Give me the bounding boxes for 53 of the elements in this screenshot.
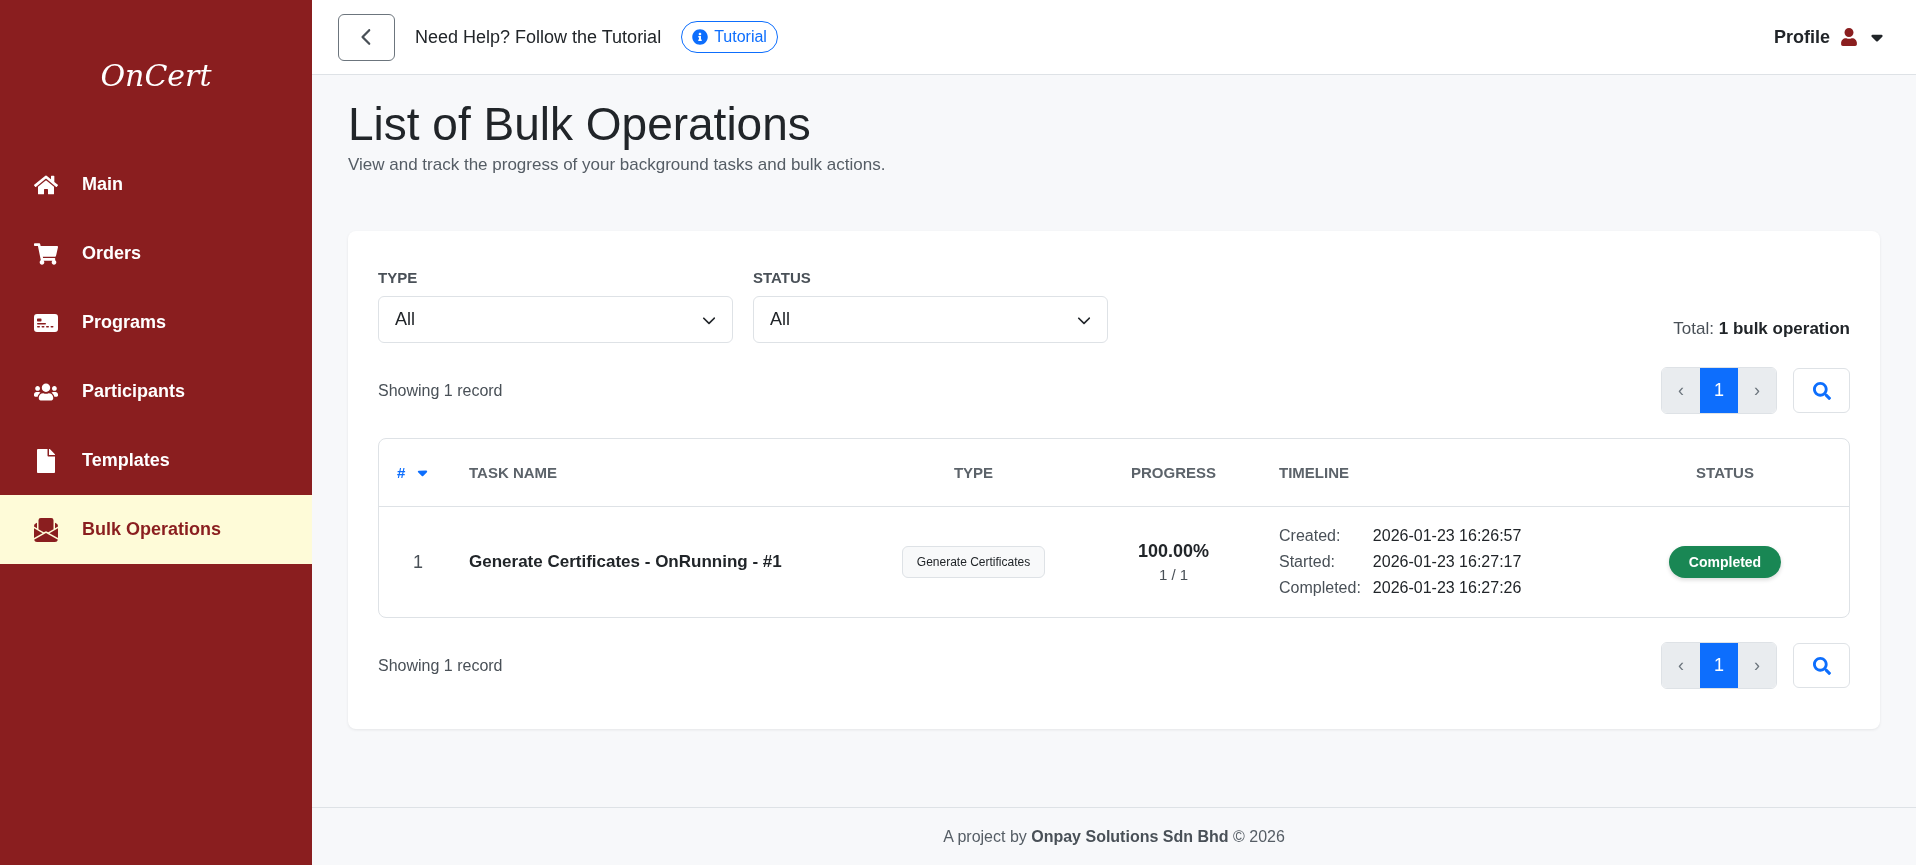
sidebar-item[interactable]: Main <box>0 150 312 219</box>
status-badge: Completed <box>1668 546 1782 578</box>
cart-icon <box>32 241 60 266</box>
sidebar-item[interactable]: Orders <box>0 219 312 288</box>
timeline-label: Completed: <box>1279 579 1361 597</box>
sidebar-item[interactable]: Templates <box>0 426 312 495</box>
search-button[interactable] <box>1793 368 1850 413</box>
filter-label: STATUS <box>753 269 812 286</box>
row-number: 1 <box>412 551 423 573</box>
sidebar-item[interactable]: Bulk Operations <box>0 495 312 564</box>
column-header[interactable]: STATUS <box>1601 439 1849 507</box>
page-button[interactable]: 1 <box>1700 368 1738 413</box>
envelope-icon <box>32 517 60 542</box>
column-header[interactable]: TYPE <box>861 439 1086 507</box>
sidebar-item[interactable]: Participants <box>0 357 312 426</box>
info-icon <box>692 29 709 45</box>
search-icon <box>1812 656 1831 675</box>
filter-select[interactable]: All <box>753 296 1108 343</box>
profile-menu[interactable]: Profile <box>1774 26 1886 48</box>
total-count: Total: 1 bulk operation <box>1673 319 1850 340</box>
progress-count: 1 / 1 <box>1158 566 1189 583</box>
help-text: Need Help? Follow the Tutorial <box>415 26 662 48</box>
timeline-value: 2026-01-23 16:26:57 <box>1372 527 1522 545</box>
timeline-label: Created: <box>1279 527 1342 545</box>
search-icon <box>1812 381 1831 400</box>
person-icon <box>1840 28 1858 46</box>
column-header[interactable]: TIMELINE <box>1261 439 1601 507</box>
next-page-button[interactable]: › <box>1738 643 1776 688</box>
sidebar-item[interactable]: Programs <box>0 288 312 357</box>
search-button[interactable] <box>1793 643 1850 688</box>
timeline-value: 2026-01-23 16:27:17 <box>1372 553 1522 571</box>
filter-label: TYPE <box>378 269 419 286</box>
footer-text: A project by Onpay Solutions Sdn Bhd © 2026 <box>943 827 1285 846</box>
column-header[interactable]: PROGRESS <box>1086 439 1261 507</box>
record-count: Showing 1 record <box>378 656 503 675</box>
progress-percent: 100.00% <box>1137 541 1210 562</box>
page-subtitle: View and track the progress of your background tasks and bulk actions. <box>348 155 887 175</box>
column-header[interactable]: # <box>379 439 451 507</box>
task-name: Generate Certificates - OnRunning - #1 <box>469 552 782 572</box>
record-count: Showing 1 record <box>378 381 503 400</box>
page-title: List of Bulk Operations <box>348 97 812 151</box>
next-page-button[interactable]: › <box>1738 368 1776 413</box>
timeline-label: Started: <box>1279 553 1337 571</box>
back-button[interactable] <box>338 13 395 61</box>
filter-select[interactable]: All <box>378 296 733 343</box>
column-header[interactable]: TASK NAME <box>451 439 861 507</box>
timeline-value: 2026-01-23 16:27:26 <box>1372 579 1522 597</box>
previous-page-button[interactable]: ‹ <box>1662 643 1700 688</box>
tutorial-button[interactable]: Tutorial <box>681 21 778 53</box>
page-button[interactable]: 1 <box>1700 643 1738 688</box>
previous-page-button[interactable]: ‹ <box>1662 368 1700 413</box>
logo: OnCert <box>99 56 213 95</box>
type-tag: Generate Certificates <box>901 546 1046 578</box>
